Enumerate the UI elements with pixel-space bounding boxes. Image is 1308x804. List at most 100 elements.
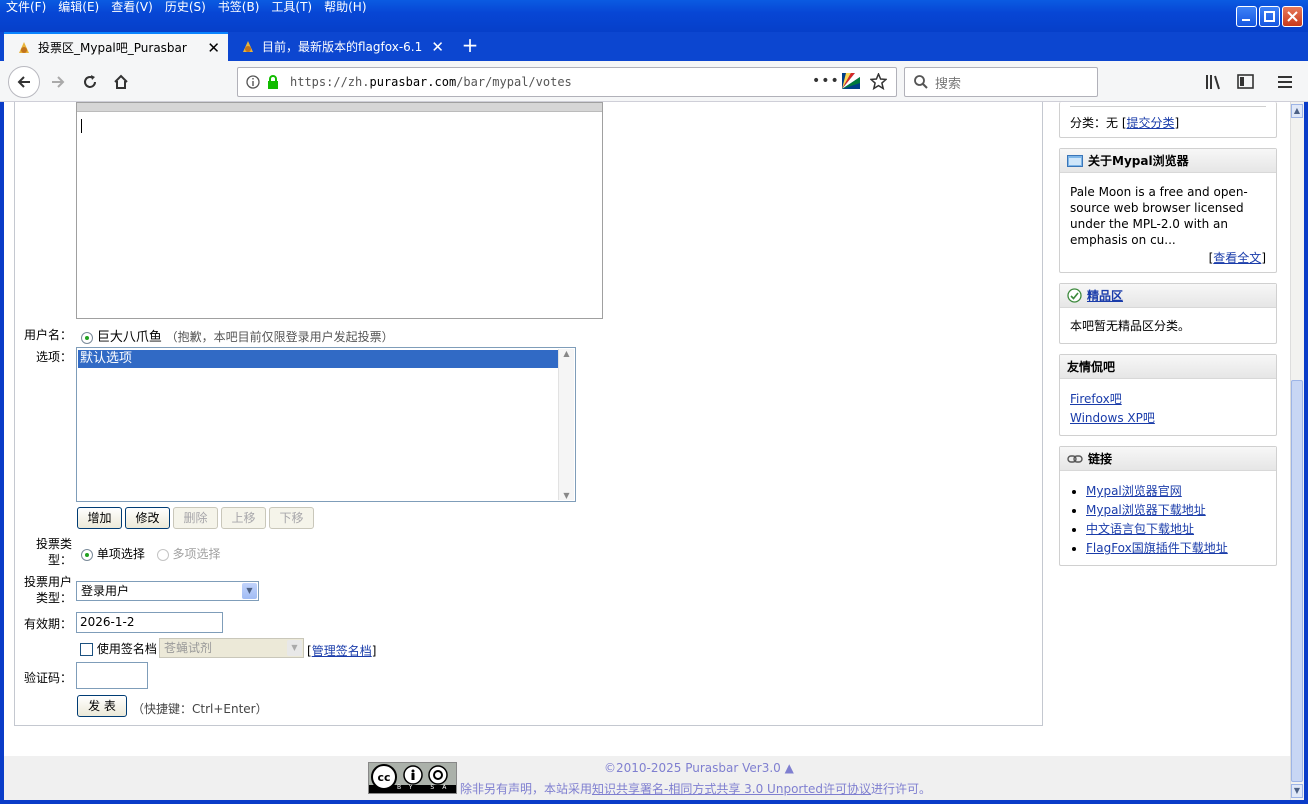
signature-select[interactable]: 苍蝇试剂 ▼ <box>159 638 304 658</box>
content-editor[interactable] <box>76 102 603 319</box>
tab-votes[interactable]: 投票区_Mypal吧_Purasbar ✕ <box>4 32 228 61</box>
page-actions-icon[interactable]: ••• <box>812 73 840 89</box>
text-caret <box>81 119 82 133</box>
scroll-up-icon[interactable]: ▲ <box>1291 104 1303 118</box>
search-bar[interactable]: 搜索 <box>904 67 1098 97</box>
single-choice-label: 单项选择 <box>96 547 145 561</box>
scroll-up-icon[interactable]: ▲ <box>559 349 574 358</box>
menu-view[interactable]: 查看(V) <box>111 0 153 16</box>
edit-option-button[interactable]: 修改 <box>125 507 170 529</box>
minimize-button[interactable] <box>1236 6 1257 27</box>
license-link[interactable]: 知识共享署名-相同方式共享 3.0 Unported许可协议 <box>592 782 871 796</box>
address-bar[interactable]: https://zh.purasbar.com/bar/mypal/votes <box>237 67 897 97</box>
featured-box: 精品区 本吧暂无精品区分类。 <box>1059 283 1277 344</box>
multi-choice-radio[interactable] <box>156 548 169 561</box>
minimize-icon <box>1242 19 1250 21</box>
featured-link[interactable]: 精品区 <box>1087 284 1123 308</box>
hamburger-menu-icon[interactable] <box>1277 74 1293 90</box>
menu-tools[interactable]: 工具(T) <box>271 0 312 16</box>
link-flagfox-download[interactable]: FlagFox国旗插件下载地址 <box>1086 541 1228 555</box>
move-up-button[interactable]: 上移 <box>221 507 266 529</box>
shortcut-hint: （快捷键：Ctrl+Enter） <box>132 702 268 716</box>
featured-header: 精品区 <box>1060 284 1276 308</box>
tab-close-icon[interactable]: ✕ <box>207 39 220 57</box>
browser-window-icon <box>1067 154 1083 167</box>
new-tab-button[interactable]: + <box>458 34 482 58</box>
links-box: 链接 Mypal浏览器官网 Mypal浏览器下载地址 中文语言包下载地址 Fla… <box>1059 446 1277 566</box>
vote-type-options: 单项选择 多项选择 <box>81 545 221 562</box>
chevron-down-icon[interactable]: ▼ <box>287 640 302 656</box>
menu-edit[interactable]: 编辑(E) <box>58 0 99 16</box>
tab-close-icon[interactable]: ✕ <box>431 38 444 56</box>
back-button[interactable] <box>8 66 40 98</box>
username-note: （抱歉，本吧目前仅限登录用户发起投票） <box>165 330 394 344</box>
cc-license-badge[interactable]: cc BY SA <box>368 762 457 794</box>
captcha-input[interactable] <box>76 662 148 689</box>
about-mypal-text: Pale Moon is a free and open-source web … <box>1070 185 1248 247</box>
options-label: 选项： <box>35 350 72 364</box>
menu-bar: 文件(F) 编辑(E) 查看(V) 历史(S) 书签(B) 工具(T) 帮助(H… <box>6 0 367 16</box>
manage-signature: [管理签名档] <box>307 644 377 658</box>
bookmark-star-icon[interactable] <box>870 73 887 90</box>
lock-icon[interactable] <box>266 75 280 89</box>
move-down-button[interactable]: 下移 <box>269 507 314 529</box>
submit-button[interactable]: 发 表 <box>77 695 127 717</box>
friend-link-windows-xp[interactable]: Windows XP吧 <box>1070 411 1155 425</box>
menu-file[interactable]: 文件(F) <box>6 0 46 16</box>
forward-arrow-icon <box>52 76 65 88</box>
single-choice-radio[interactable] <box>81 548 93 561</box>
home-button[interactable] <box>107 68 135 96</box>
editor-toolbar <box>77 103 602 112</box>
link-mypal-official[interactable]: Mypal浏览器官网 <box>1086 484 1182 498</box>
signature-value: 苍蝇试剂 <box>164 641 213 655</box>
friend-link-firefox[interactable]: Firefox吧 <box>1070 392 1122 406</box>
friends-header: 友情侃吧 <box>1060 355 1276 379</box>
page-scroll-thumb[interactable] <box>1291 380 1303 782</box>
reload-button[interactable] <box>76 68 104 96</box>
back-arrow-icon <box>17 76 30 88</box>
submit-category-link[interactable]: 提交分类 <box>1127 116 1175 130</box>
signature-row: 使用签名档 <box>80 640 157 657</box>
category-text: 分类：无 [提交分类] <box>1070 116 1180 130</box>
svg-text:cc: cc <box>377 771 390 784</box>
friends-box: 友情侃吧 Firefox吧 Windows XP吧 <box>1059 354 1277 436</box>
maximize-button[interactable] <box>1259 6 1280 27</box>
username-value: 巨大八爪鱼 <box>96 330 162 345</box>
menu-history[interactable]: 历史(S) <box>165 0 206 16</box>
user-type-label: 投票用户 类型： <box>23 575 72 605</box>
add-option-button[interactable]: 增加 <box>77 507 122 529</box>
delete-option-button[interactable]: 删除 <box>173 507 218 529</box>
list-item: FlagFox国旗插件下载地址 <box>1086 540 1266 556</box>
menu-help[interactable]: 帮助(H) <box>324 0 366 16</box>
sidebar-toggle-icon[interactable] <box>1237 74 1255 90</box>
scroll-down-icon[interactable]: ▼ <box>1291 784 1303 798</box>
manage-signature-link[interactable]: 管理签名档 <box>312 644 372 658</box>
read-more: [查看全文] <box>1208 251 1266 265</box>
use-signature-checkbox[interactable] <box>80 643 93 656</box>
about-mypal-box: 关于Mypal浏览器 Pale Moon is a free and open-… <box>1059 148 1277 273</box>
options-scrollbar[interactable]: ▲ ▼ <box>558 349 574 500</box>
username-radio[interactable] <box>81 331 93 344</box>
tab-label: 投票区_Mypal吧_Purasbar <box>38 41 187 55</box>
info-icon[interactable] <box>246 75 260 89</box>
close-icon <box>1287 11 1298 22</box>
category-box: 分类：无 [提交分类] <box>1059 102 1277 138</box>
expire-input[interactable]: 2026-1-2 <box>76 612 223 633</box>
tab-flagfox[interactable]: 目前，最新版本的flagfox-6.1 ✕ <box>228 32 452 61</box>
scroll-down-icon[interactable]: ▼ <box>559 491 574 500</box>
forward-button[interactable] <box>44 68 72 96</box>
user-type-value: 登录用户 <box>81 584 130 598</box>
options-listbox[interactable]: 默认选项 ▲ ▼ <box>76 347 576 502</box>
link-mypal-download[interactable]: Mypal浏览器下载地址 <box>1086 503 1206 517</box>
list-item: 中文语言包下载地址 <box>1086 521 1266 537</box>
country-flag-icon[interactable] <box>842 73 860 89</box>
chevron-down-icon[interactable]: ▼ <box>242 583 257 599</box>
close-window-button[interactable] <box>1282 6 1303 27</box>
menu-bookmarks[interactable]: 书签(B) <box>218 0 260 16</box>
library-icon[interactable] <box>1205 74 1223 90</box>
option-item-selected[interactable]: 默认选项 <box>78 350 558 368</box>
link-chinese-langpack[interactable]: 中文语言包下载地址 <box>1086 522 1194 536</box>
read-more-link[interactable]: 查看全文 <box>1213 251 1261 265</box>
tab-label: 目前，最新版本的flagfox-6.1 <box>262 40 423 54</box>
user-type-select[interactable]: 登录用户 ▼ <box>76 581 259 601</box>
